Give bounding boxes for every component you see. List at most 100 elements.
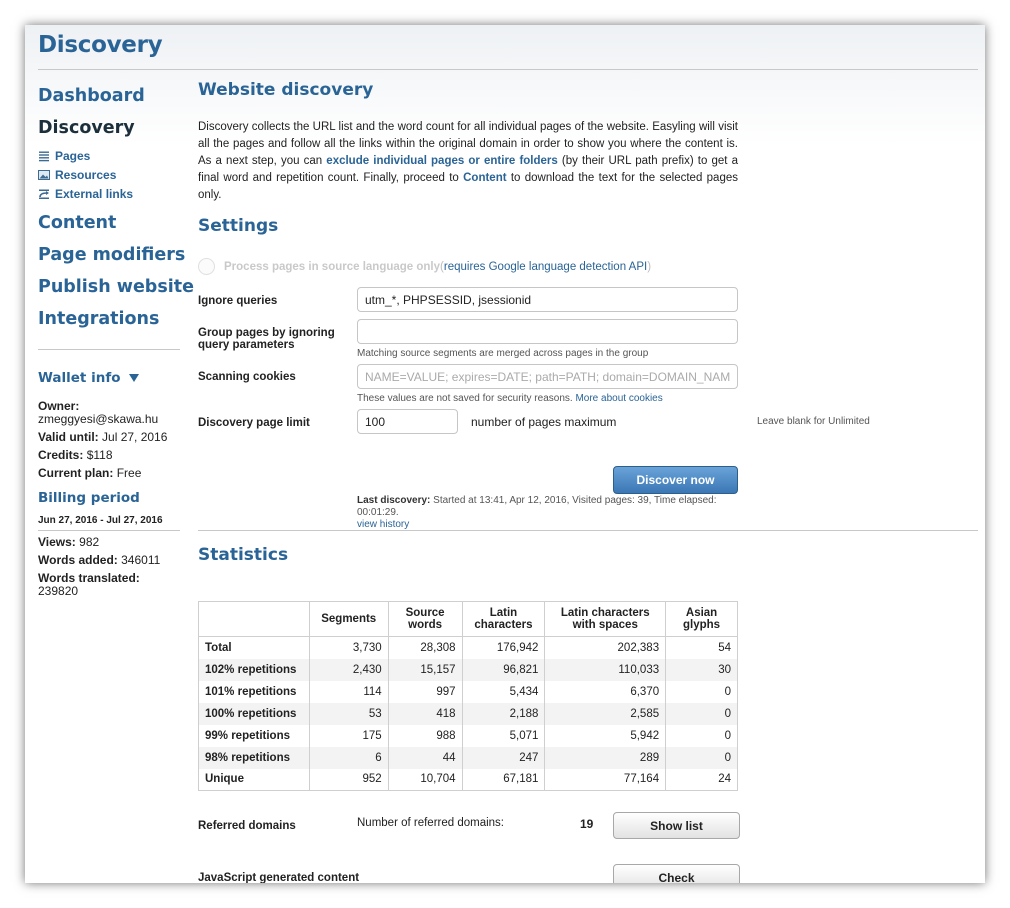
table-row: 100% repetitions 53 418 2,188 2,585 0 xyxy=(198,702,738,725)
nav-page-modifiers[interactable]: Page modifiers xyxy=(38,239,185,271)
current-plan-value: Free xyxy=(116,466,142,480)
table-cell: 2,188 xyxy=(461,702,546,725)
words-added-label: Words added: xyxy=(38,553,118,567)
group-pages-hint: Matching source segments are merged acro… xyxy=(357,348,649,359)
billing-views: Views: 982 xyxy=(38,536,180,549)
subnav-resources[interactable]: Resources xyxy=(38,165,180,184)
ignore-queries-input[interactable] xyxy=(357,287,738,312)
app-window: Discovery Dashboard Discovery Pages Reso… xyxy=(25,25,985,883)
table-row: Unique 952 10,704 67,181 77,164 24 xyxy=(198,768,738,791)
page-limit-input[interactable] xyxy=(357,409,458,434)
scanning-cookies-label: Scanning cookies xyxy=(198,371,296,383)
owner-label: Owner: xyxy=(38,399,80,413)
group-pages-input[interactable] xyxy=(357,319,738,344)
image-icon xyxy=(38,169,50,181)
table-cell: 175 xyxy=(308,724,389,747)
nav-publish-website[interactable]: Publish website xyxy=(38,271,194,303)
column-header xyxy=(198,601,310,637)
table-cell: 6,370 xyxy=(544,680,667,703)
table-cell: Total xyxy=(198,636,310,659)
wallet-info-toggle[interactable]: Wallet info xyxy=(38,370,180,386)
table-row: 102% repetitions 2,430 15,157 96,821 110… xyxy=(198,658,738,681)
table-cell: 101% repetitions xyxy=(198,680,310,703)
table-header-row: Segments Source words Latin characters L… xyxy=(198,601,738,637)
javascript-content-label: JavaScript generated content xyxy=(198,872,360,883)
owner-value: zmeggyesi@skawa.hu xyxy=(38,412,159,426)
nav-dashboard[interactable]: Dashboard xyxy=(38,80,180,112)
page-title: Discovery xyxy=(38,32,163,58)
column-header: Latin characters with spaces xyxy=(544,601,667,637)
wallet-valid-until: Valid until: Jul 27, 2016 xyxy=(38,431,180,444)
subnav-pages-label: Pages xyxy=(55,148,91,163)
table-cell: 418 xyxy=(387,702,463,725)
process-source-language-radio[interactable] xyxy=(198,258,215,275)
valid-until-value: Jul 27, 2016 xyxy=(102,430,168,444)
table-cell: 28,308 xyxy=(387,636,463,659)
subnav-resources-label: Resources xyxy=(55,167,117,182)
table-cell: 988 xyxy=(387,724,463,747)
table-cell: 176,942 xyxy=(461,636,546,659)
words-translated-label: Words translated: xyxy=(38,571,140,585)
table-cell: 202,383 xyxy=(544,636,667,659)
table-row: 101% repetitions 114 997 5,434 6,370 0 xyxy=(198,680,738,703)
table-cell: 10,704 xyxy=(387,768,463,791)
column-header: Source words xyxy=(387,601,463,637)
words-translated-value: 239820 xyxy=(38,584,79,598)
table-row: Total 3,730 28,308 176,942 202,383 54 xyxy=(198,636,738,659)
more-about-cookies-link[interactable]: More about cookies xyxy=(575,393,662,404)
scanning-cookies-input[interactable] xyxy=(357,364,738,389)
views-value: 982 xyxy=(79,535,100,549)
nav-integrations[interactable]: Integrations xyxy=(38,303,180,335)
table-cell: 5,942 xyxy=(544,724,667,747)
subnav-external-links[interactable]: External links xyxy=(38,184,180,203)
page-limit-note: Leave blank for Unlimited xyxy=(757,416,870,427)
cookies-hint-text: These values are not saved for security … xyxy=(357,393,576,404)
table-cell: 2,585 xyxy=(544,702,667,725)
table-cell: 67,181 xyxy=(461,768,546,791)
table-cell: Unique xyxy=(198,768,310,791)
table-cell: 96,821 xyxy=(461,658,546,681)
nav-content[interactable]: Content xyxy=(38,207,180,239)
last-discovery-label: Last discovery: xyxy=(357,495,431,506)
main-content: Website discovery Discovery collects the… xyxy=(198,80,978,883)
check-button[interactable]: Check xyxy=(613,864,740,883)
statistics-table: Segments Source words Latin characters L… xyxy=(198,601,738,791)
google-language-api-link[interactable]: requires Google language detection API xyxy=(444,261,647,273)
sidebar-divider xyxy=(38,349,180,350)
table-cell: 289 xyxy=(544,746,667,769)
subnav-pages[interactable]: Pages xyxy=(38,146,180,165)
column-header: Latin characters xyxy=(461,601,546,637)
show-list-button[interactable]: Show list xyxy=(613,812,740,839)
group-pages-label-line1: Group pages by ignoring xyxy=(198,327,335,339)
valid-until-label: Valid until: xyxy=(38,430,99,444)
table-cell: 44 xyxy=(387,746,463,769)
content-link[interactable]: Content xyxy=(463,172,506,184)
table-cell: 6 xyxy=(308,746,389,769)
table-cell: 0 xyxy=(665,746,738,769)
exclude-pages-link[interactable]: exclude individual pages or entire folde… xyxy=(326,155,558,167)
referred-domains-count-label: Number of referred domains: xyxy=(357,817,505,829)
views-label: Views: xyxy=(38,535,76,549)
table-cell: 0 xyxy=(665,702,738,725)
billing-period-title: Billing period xyxy=(38,490,140,506)
table-row: 99% repetitions 175 988 5,071 5,942 0 xyxy=(198,724,738,747)
list-icon xyxy=(38,150,50,162)
billing-words-added: Words added: 346011 xyxy=(38,554,180,567)
group-pages-label-line2: query parameters xyxy=(198,339,295,351)
table-cell: 15,157 xyxy=(387,658,463,681)
section-title: Website discovery xyxy=(198,80,374,100)
table-cell: 952 xyxy=(308,768,389,791)
ignore-queries-label: Ignore queries xyxy=(198,295,278,307)
triangle-down-icon xyxy=(129,374,140,382)
table-cell: 99% repetitions xyxy=(198,724,310,747)
nav-discovery[interactable]: Discovery xyxy=(38,112,180,144)
billing-words-translated: Words translated: 239820 xyxy=(38,572,180,598)
table-cell: 5,071 xyxy=(461,724,546,747)
discover-now-button[interactable]: Discover now xyxy=(613,466,738,494)
process-source-language-option: Process pages in source language only ( … xyxy=(198,258,651,275)
table-cell: 3,730 xyxy=(308,636,389,659)
sidebar: Dashboard Discovery Pages Resources Exte… xyxy=(38,80,194,598)
billing-period-dates: Jun 27, 2016 - Jul 27, 2016 xyxy=(38,515,163,526)
link-icon xyxy=(38,188,50,200)
table-cell: 0 xyxy=(665,724,738,747)
